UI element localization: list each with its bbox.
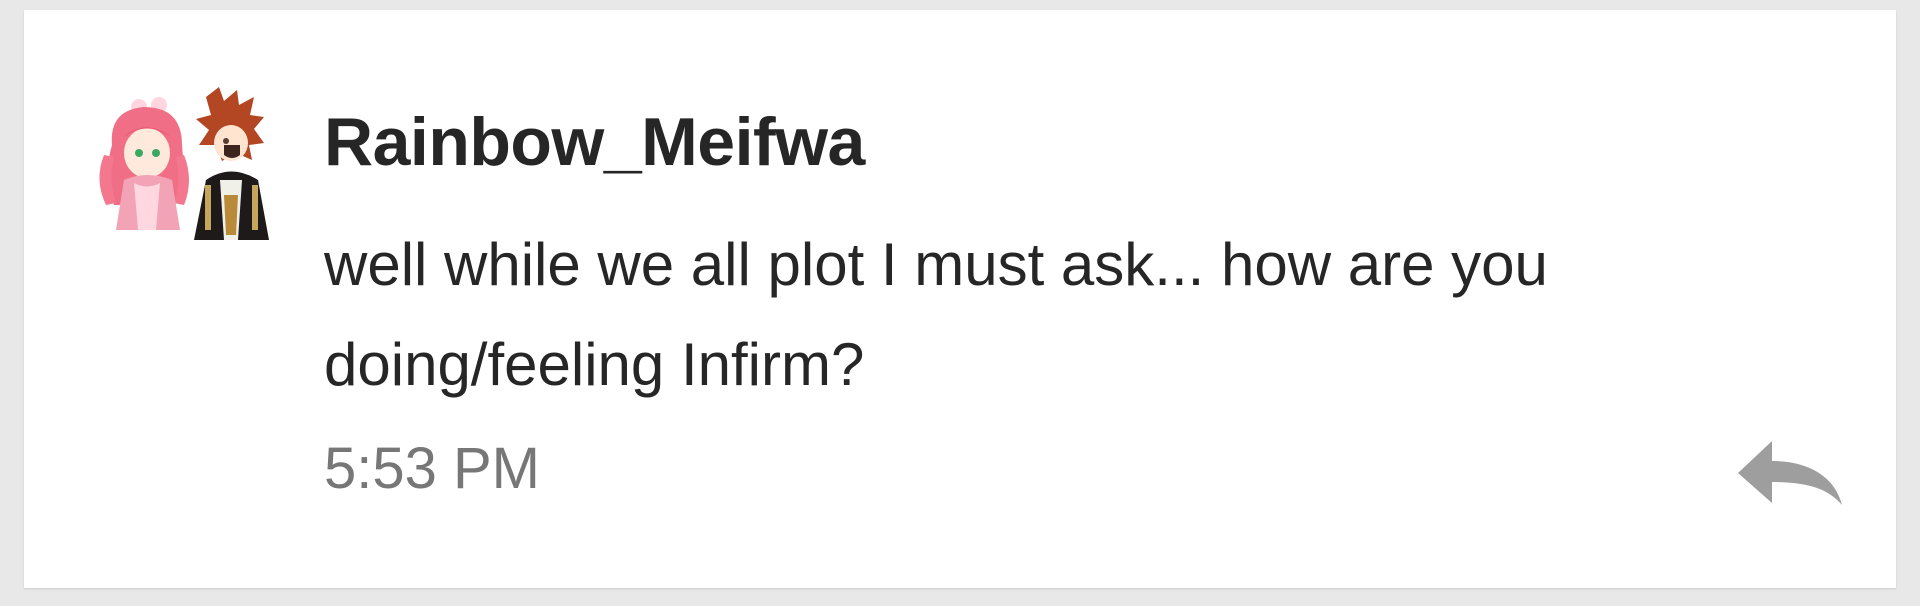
avatar-image	[99, 87, 269, 240]
reply-button[interactable]	[1734, 435, 1849, 515]
reply-arrow-icon	[1738, 441, 1842, 505]
post-card: Rainbow_Meifwa well while we all plot I …	[24, 10, 1896, 588]
message-text: well while we all plot I must ask... how…	[324, 231, 1548, 398]
username[interactable]: Rainbow_Meifwa	[324, 103, 865, 181]
timestamp: 5:53 PM	[324, 436, 540, 501]
avatar[interactable]	[94, 85, 284, 245]
